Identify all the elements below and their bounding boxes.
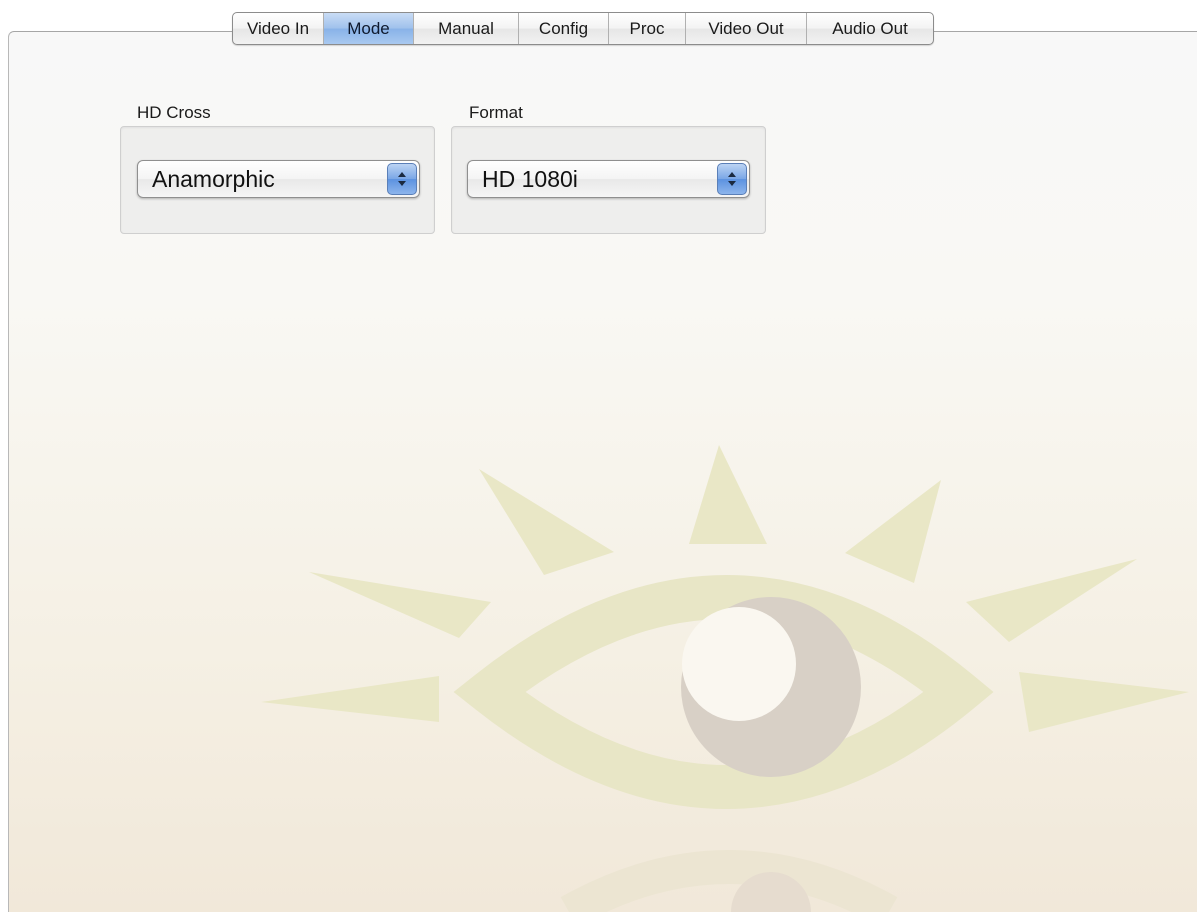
tab-video-out[interactable]: Video Out: [685, 13, 806, 44]
hd-cross-value: Anamorphic: [152, 166, 275, 192]
tab-video-in[interactable]: Video In: [233, 13, 323, 44]
tab-bar: Video In Mode Manual Config Proc Video O…: [232, 12, 934, 45]
format-value: HD 1080i: [482, 166, 578, 192]
hd-cross-popup[interactable]: Anamorphic: [137, 160, 420, 198]
tab-manual[interactable]: Manual: [413, 13, 518, 44]
format-label: Format: [469, 103, 523, 122]
chevron-down-icon: [728, 181, 736, 186]
hd-cross-label: HD Cross: [137, 103, 211, 122]
tab-config[interactable]: Config: [518, 13, 608, 44]
tab-mode[interactable]: Mode: [323, 13, 413, 44]
format-popup[interactable]: HD 1080i: [467, 160, 750, 198]
tab-audio-out[interactable]: Audio Out: [806, 13, 933, 44]
chevron-up-icon: [728, 172, 736, 177]
chevron-up-icon: [398, 172, 406, 177]
format-stepper-icon: [717, 163, 747, 195]
chevron-down-icon: [398, 181, 406, 186]
hd-cross-stepper-icon: [387, 163, 417, 195]
tab-proc[interactable]: Proc: [608, 13, 685, 44]
